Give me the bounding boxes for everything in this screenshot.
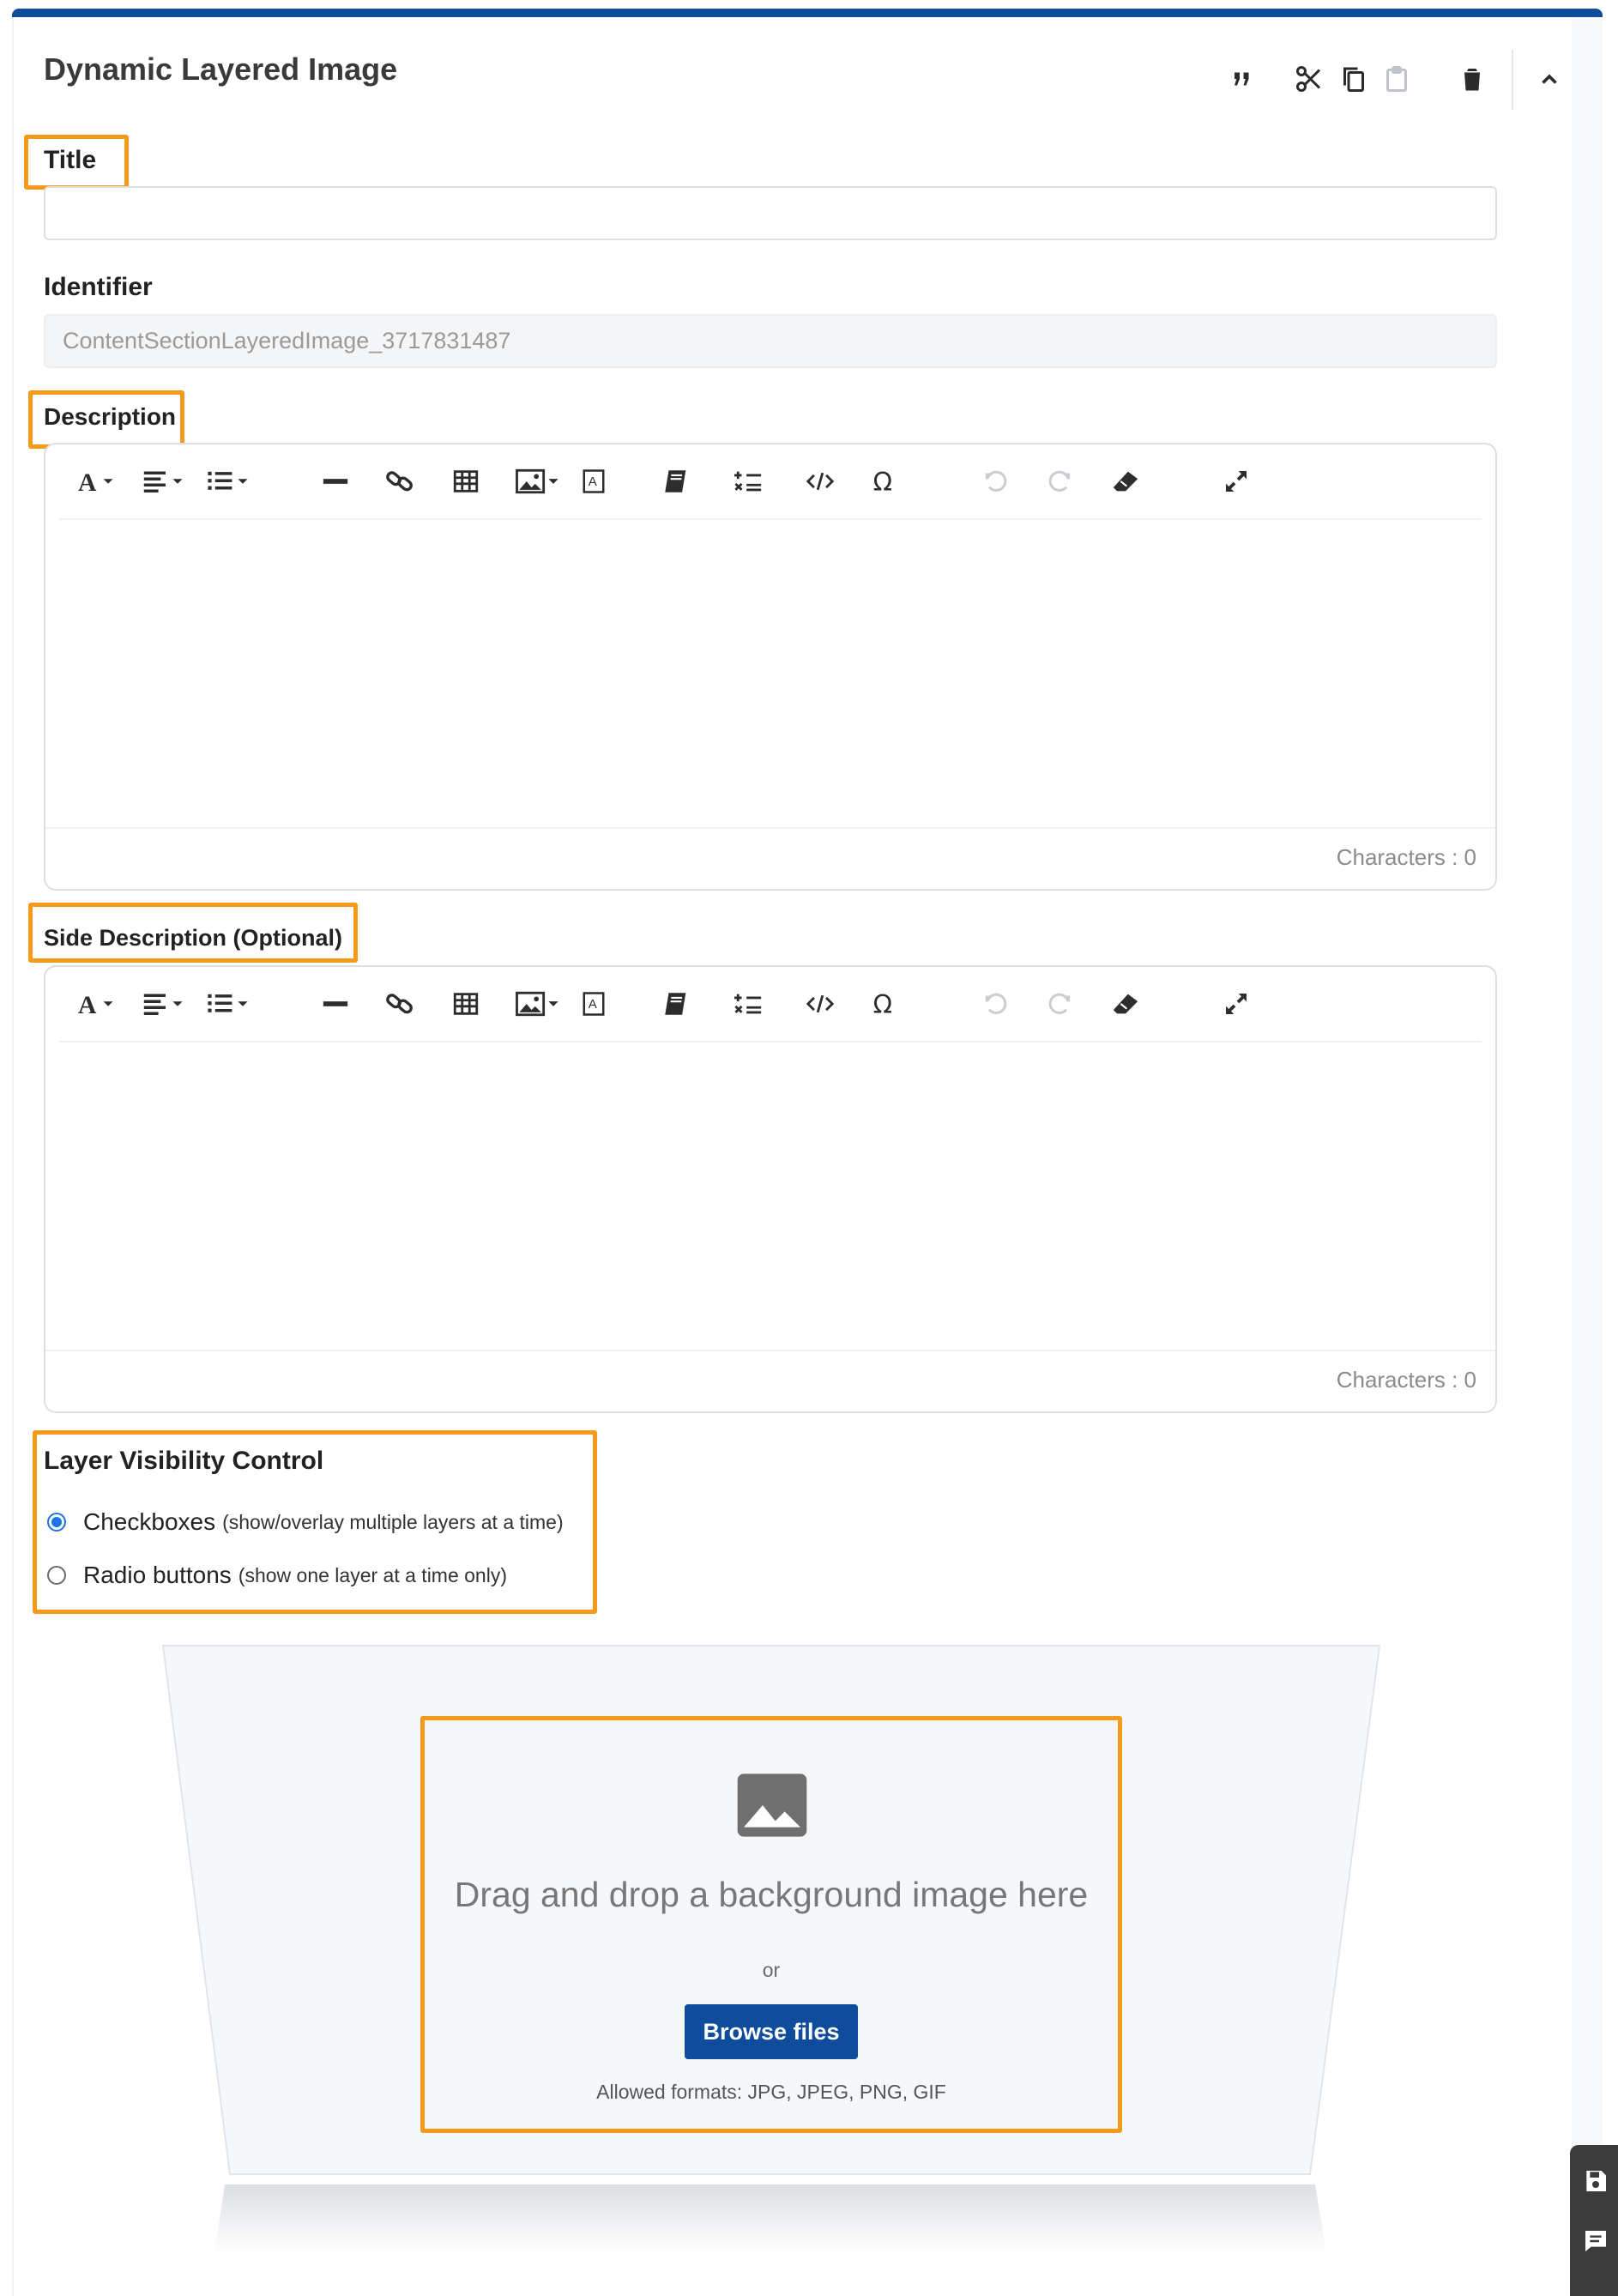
svg-text:A: A xyxy=(589,474,597,489)
editor-toolbar: A A Ω xyxy=(59,444,1482,520)
chevron-up-icon[interactable] xyxy=(1530,60,1568,98)
paste-icon[interactable] xyxy=(1378,60,1416,98)
description-label: Description xyxy=(44,403,177,430)
title-input[interactable] xyxy=(44,186,1497,240)
book-icon[interactable] xyxy=(661,984,691,1024)
checkboxes-option-hint: (show/overlay multiple layers at a time) xyxy=(222,1510,564,1533)
image-icon[interactable] xyxy=(514,984,564,1024)
align-icon[interactable] xyxy=(142,462,190,501)
align-icon[interactable] xyxy=(142,984,190,1024)
textbox-icon[interactable]: A xyxy=(581,462,607,501)
redo-icon[interactable] xyxy=(1046,984,1073,1024)
side-description-label: Side Description (Optional) xyxy=(44,925,343,951)
code-icon[interactable] xyxy=(806,462,835,501)
omega-icon[interactable]: Ω xyxy=(871,984,898,1024)
section-heading: Dynamic Layered Image xyxy=(44,51,398,87)
table-icon[interactable] xyxy=(451,984,480,1024)
formula-icon[interactable] xyxy=(734,984,764,1024)
character-count: Characters : 0 xyxy=(1336,844,1476,870)
svg-text:A: A xyxy=(589,997,597,1012)
expand-icon[interactable] xyxy=(1223,462,1250,501)
editor-footer: Characters : 0 xyxy=(45,1350,1495,1411)
side-description-editor: A A Ω Characters : 0 xyxy=(44,965,1497,1413)
description-editor: A A Ω Characters : 0 xyxy=(44,443,1497,891)
horizontal-rule-icon[interactable] xyxy=(321,984,350,1024)
browse-files-button[interactable]: Browse files xyxy=(685,2004,858,2059)
redo-icon[interactable] xyxy=(1046,462,1073,501)
checkboxes-radio[interactable] xyxy=(47,1513,66,1532)
eraser-icon[interactable] xyxy=(1111,984,1140,1024)
link-icon[interactable] xyxy=(385,462,414,501)
undo-icon[interactable] xyxy=(982,462,1010,501)
horizontal-rule-icon[interactable] xyxy=(321,462,350,501)
svg-text:A: A xyxy=(78,469,97,496)
font-icon[interactable]: A xyxy=(78,462,124,501)
toolbar-separator xyxy=(1512,50,1513,110)
image-dropzone[interactable]: Drag and drop a background image here or… xyxy=(420,1716,1122,2133)
svg-text:Ω: Ω xyxy=(873,468,892,496)
identifier-field: ContentSectionLayeredImage_3717831487 xyxy=(44,314,1497,368)
allowed-formats: Allowed formats: JPG, JPEG, PNG, GIF xyxy=(596,2081,946,2103)
cut-icon[interactable] xyxy=(1290,60,1328,98)
checkboxes-option-label: Checkboxes xyxy=(83,1508,216,1535)
identifier-label: Identifier xyxy=(44,273,153,301)
eraser-icon[interactable] xyxy=(1111,462,1140,501)
right-gutter xyxy=(1572,17,1603,2296)
formula-icon[interactable] xyxy=(734,462,764,501)
comment-icon[interactable] xyxy=(1579,2224,1613,2258)
textbox-icon[interactable]: A xyxy=(581,984,607,1024)
dropzone-or: or xyxy=(762,1959,781,1981)
svg-text:A: A xyxy=(78,992,97,1018)
editor-toolbar: A A Ω xyxy=(59,967,1482,1042)
dropzone-title: Drag and drop a background image here xyxy=(454,1875,1089,1914)
radio-buttons-option-hint: (show one layer at a time only) xyxy=(238,1563,507,1586)
list-icon[interactable] xyxy=(207,984,255,1024)
table-icon[interactable] xyxy=(451,462,480,501)
layer-visibility-label: Layer Visibility Control xyxy=(44,1447,324,1475)
side-dock xyxy=(1570,2145,1618,2296)
radio-buttons-option-label: Radio buttons xyxy=(83,1562,232,1588)
title-label: Title xyxy=(44,146,97,174)
list-icon[interactable] xyxy=(207,462,255,501)
checkboxes-option[interactable]: Checkboxes (show/overlay multiple layers… xyxy=(47,1508,564,1536)
link-icon[interactable] xyxy=(385,984,414,1024)
radio-buttons-option[interactable]: Radio buttons (show one layer at a time … xyxy=(47,1562,507,1589)
omega-icon[interactable]: Ω xyxy=(871,462,898,501)
editor-footer: Characters : 0 xyxy=(45,827,1495,889)
quote-icon[interactable] xyxy=(1223,60,1261,98)
copy-icon[interactable] xyxy=(1335,60,1373,98)
radio-buttons-radio[interactable] xyxy=(47,1566,66,1585)
character-count: Characters : 0 xyxy=(1336,1367,1476,1393)
image-icon[interactable] xyxy=(514,462,564,501)
image-icon xyxy=(737,1773,807,1837)
code-icon[interactable] xyxy=(806,984,835,1024)
undo-icon[interactable] xyxy=(982,984,1010,1024)
delete-icon[interactable] xyxy=(1453,60,1491,98)
font-icon[interactable]: A xyxy=(78,984,124,1024)
book-icon[interactable] xyxy=(661,462,691,501)
save-icon[interactable] xyxy=(1579,2164,1613,2198)
expand-icon[interactable] xyxy=(1223,984,1250,1024)
svg-text:Ω: Ω xyxy=(873,990,892,1018)
